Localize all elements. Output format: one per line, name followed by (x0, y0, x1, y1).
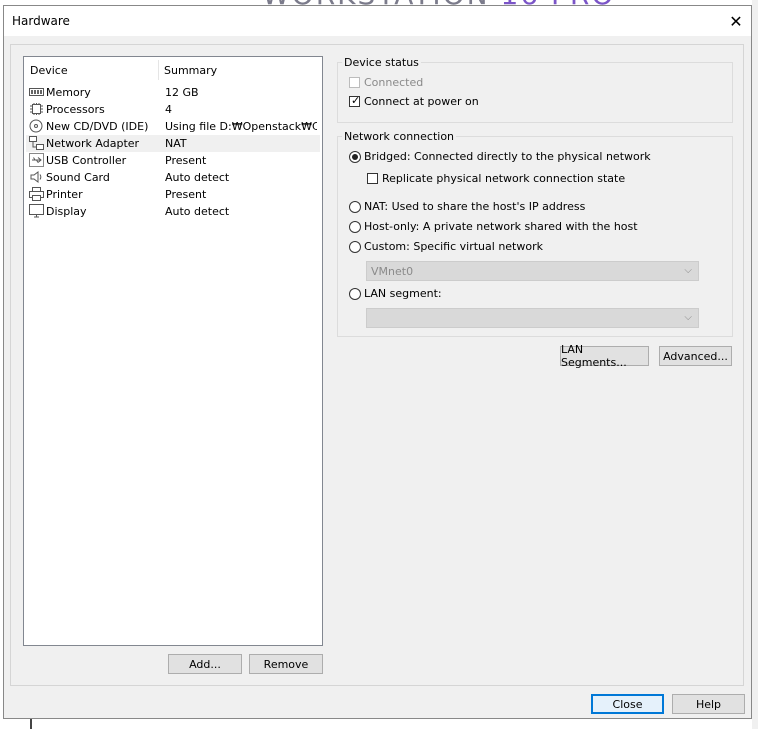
device-row-sound-card[interactable]: Sound Card Auto detect (26, 169, 320, 186)
device-name: Network Adapter (46, 137, 140, 150)
device-summary: NAT (165, 137, 187, 150)
device-summary: Auto detect (165, 171, 230, 184)
host-only-radio[interactable] (349, 221, 361, 233)
device-summary: Auto detect (165, 205, 230, 218)
add-button[interactable]: Add... (168, 654, 242, 674)
nat-label: NAT: Used to share the host's IP address (364, 200, 586, 213)
device-name: New CD/DVD (IDE) (46, 120, 149, 133)
dialog-title: Hardware (12, 14, 70, 28)
help-button[interactable]: Help (672, 694, 745, 714)
device-name: Processors (46, 103, 105, 116)
device-name: USB Controller (46, 154, 127, 167)
connected-checkbox[interactable] (349, 77, 360, 88)
lan-segment-select[interactable]: ⌵ (366, 308, 699, 328)
nat-radio[interactable] (349, 201, 361, 213)
title-bar: Hardware ✕ (4, 6, 751, 36)
device-status-title: Device status (342, 56, 421, 69)
connect-power-on-checkbox[interactable]: ✓ (349, 94, 361, 107)
checkmark-icon: ✓ (351, 94, 361, 107)
device-row-processors[interactable]: Processors 4 (26, 101, 320, 118)
processor-icon (30, 103, 43, 115)
usb-icon (29, 153, 44, 167)
device-name: Memory (46, 86, 91, 99)
network-connection-title: Network connection (342, 130, 457, 143)
device-list-header: Device Summary (24, 57, 322, 83)
remove-button[interactable]: Remove (249, 654, 323, 674)
device-status-group (337, 62, 733, 123)
memory-icon (29, 88, 44, 96)
display-icon (29, 204, 44, 218)
cd-dvd-icon (29, 119, 43, 133)
bridged-label: Bridged: Connected directly to the physi… (364, 150, 651, 163)
lan-segment-radio[interactable] (349, 288, 361, 300)
device-name: Display (46, 205, 87, 218)
column-header-summary[interactable]: Summary (164, 64, 217, 77)
column-separator (158, 60, 159, 80)
background-edge (30, 718, 32, 729)
device-summary: Present (165, 154, 207, 167)
radio-selected-dot (352, 154, 358, 160)
advanced-button[interactable]: Advanced... (659, 346, 732, 366)
network-adapter-icon (29, 136, 44, 150)
custom-radio[interactable] (349, 241, 361, 253)
chevron-down-icon: ⌵ (684, 265, 692, 276)
chevron-down-icon: ⌵ (684, 312, 692, 323)
network-connection-group (337, 136, 733, 337)
replicate-state-checkbox[interactable] (367, 173, 378, 184)
custom-network-select[interactable]: VMnet0 ⌵ (366, 261, 699, 281)
device-summary: Present (165, 188, 207, 201)
connected-label: Connected (364, 76, 424, 89)
custom-network-value: VMnet0 (371, 265, 414, 278)
printer-icon (29, 187, 44, 201)
device-summary: 12 GB (165, 86, 199, 99)
device-row-display[interactable]: Display Auto detect (26, 203, 320, 220)
background-edge-right (752, 0, 758, 729)
lan-segment-label: LAN segment: (364, 287, 442, 300)
column-header-device[interactable]: Device (30, 64, 68, 77)
device-row-usb-controller[interactable]: USB Controller Present (26, 152, 320, 169)
device-row-memory[interactable]: Memory 12 GB (26, 84, 320, 101)
close-button[interactable]: Close (591, 694, 664, 714)
device-row-network-adapter[interactable]: Network Adapter NAT (26, 135, 320, 152)
device-summary: Using file D:₩Openstack₩C... (165, 120, 317, 133)
sound-icon (30, 171, 42, 183)
device-row-printer[interactable]: Printer Present (26, 186, 320, 203)
device-list[interactable]: Device Summary Memory 12 GB Processors 4… (23, 56, 323, 646)
device-name: Sound Card (46, 171, 110, 184)
hardware-dialog: Hardware ✕ Device Summary Memory 12 GB P… (3, 5, 752, 719)
bridged-radio[interactable] (349, 151, 361, 163)
connect-power-on-label: Connect at power on (364, 95, 479, 108)
replicate-state-label: Replicate physical network connection st… (382, 172, 626, 185)
lan-segments-button[interactable]: LAN Segments... (560, 343, 649, 369)
host-only-label: Host-only: A private network shared with… (364, 220, 638, 233)
device-name: Printer (46, 188, 83, 201)
custom-label: Custom: Specific virtual network (364, 240, 543, 253)
device-summary: 4 (165, 103, 172, 116)
close-icon[interactable]: ✕ (721, 6, 751, 36)
device-row-cd-dvd[interactable]: New CD/DVD (IDE) Using file D:₩Openstack… (26, 118, 320, 135)
